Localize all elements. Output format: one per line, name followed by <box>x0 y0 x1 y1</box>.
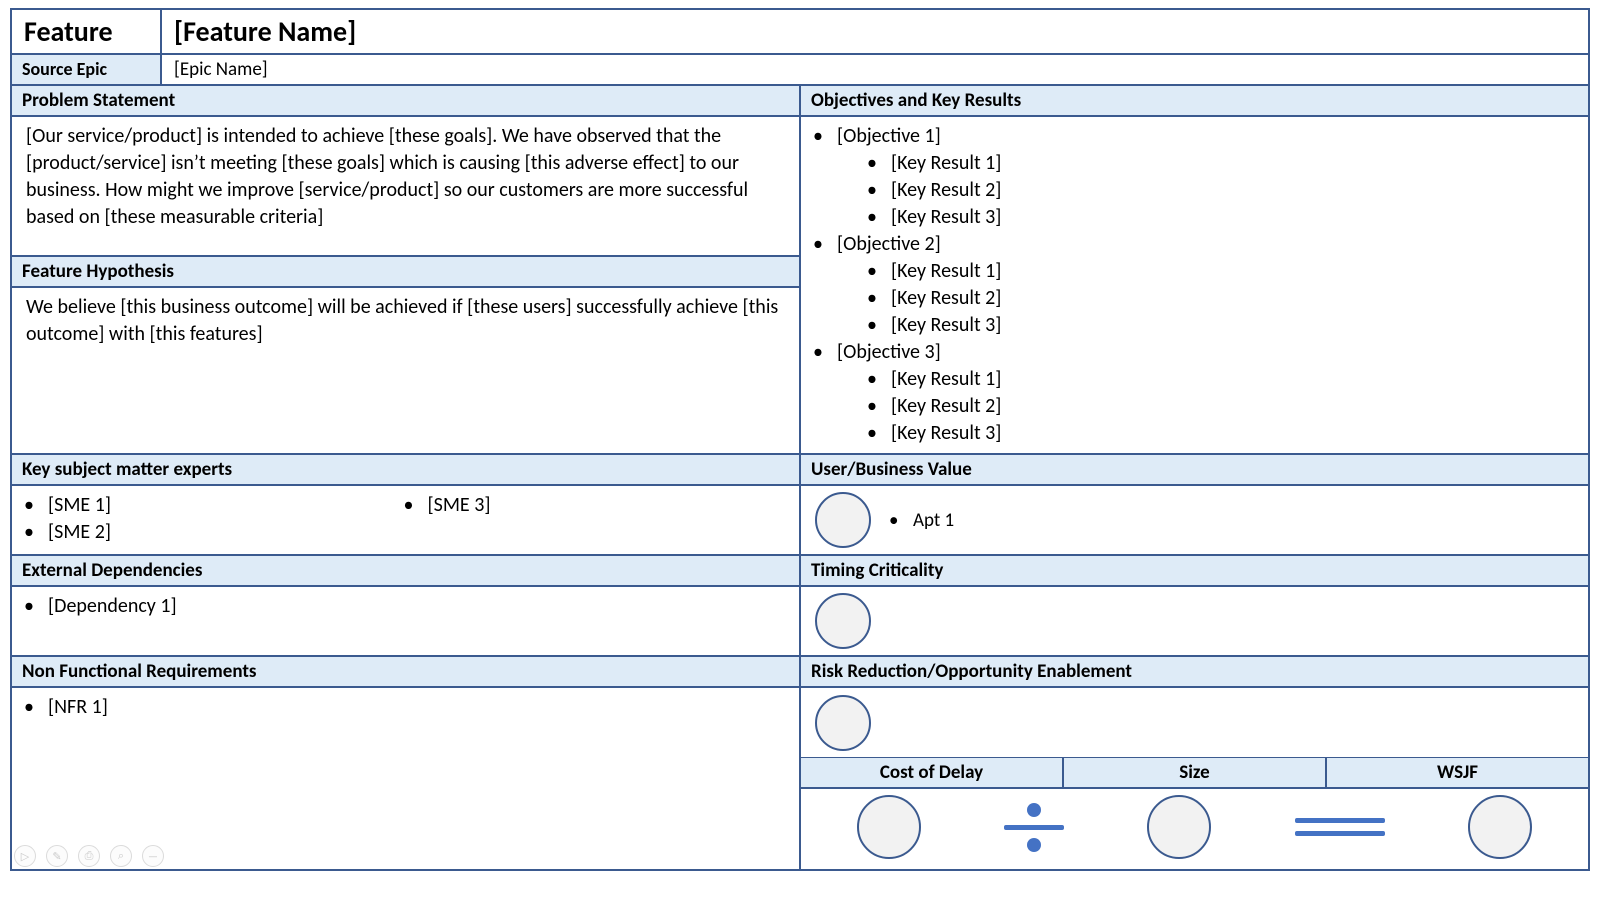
nfr-item: [NFR 1] <box>48 694 785 721</box>
ubv-item: Apt 1 <box>913 509 954 532</box>
epic-row: Source Epic [Epic Name] <box>11 54 1589 85</box>
presenter-button-0[interactable]: ▷ <box>14 845 36 867</box>
problem-okr-body-row: [Our service/product] is intended to ach… <box>11 116 1589 454</box>
presenter-button-2[interactable]: ⎙ <box>78 845 100 867</box>
rroe-score-circle <box>815 695 871 751</box>
size-circle <box>1147 795 1211 859</box>
okr-key-result: [Key Result 3] <box>891 312 1574 339</box>
okr-key-result: [Key Result 2] <box>891 177 1574 204</box>
section-hdr-row-1: Problem Statement Objectives and Key Res… <box>11 85 1589 116</box>
section-hdr-row-3: External Dependencies Timing Criticality <box>11 555 1589 586</box>
sme-header: Key subject matter experts <box>11 454 800 485</box>
okr-key-result: [Key Result 1] <box>891 258 1574 285</box>
cost-of-delay-label: Cost of Delay <box>800 757 1063 788</box>
timing-score-circle <box>815 593 871 649</box>
rroe-body <box>800 687 1589 757</box>
timing-body <box>800 586 1589 656</box>
wsjf-header-row: Cost of Delay Size WSJF <box>800 757 1589 788</box>
ubv-list: Apt 1 <box>891 509 954 532</box>
feature-hypothesis-body: We believe [this business outcome] will … <box>11 287 800 454</box>
okr-header: Objectives and Key Results <box>800 85 1589 116</box>
sme-ubv-body-row: [SME 1][SME 2] [SME 3] Apt 1 <box>11 485 1589 555</box>
nfr-body: [NFR 1] <box>11 687 800 870</box>
okr-key-result: [Key Result 2] <box>891 285 1574 312</box>
rroe-header: Risk Reduction/Opportunity Enablement <box>800 656 1589 687</box>
problem-statement-header: Problem Statement <box>11 85 800 116</box>
nfr-rroe-body-row: [NFR 1] Cost of Delay Size WSJF <box>11 687 1589 870</box>
sme-item: [SME 3] <box>428 492 786 519</box>
section-hdr-row-2: Key subject matter experts User/Business… <box>11 454 1589 485</box>
okr-key-result: [Key Result 1] <box>891 150 1574 177</box>
cost-of-delay-circle <box>857 795 921 859</box>
epic-value: [Epic Name] <box>161 54 1589 85</box>
wsjf-circle <box>1468 795 1532 859</box>
ubv-score-circle <box>815 492 871 548</box>
feature-label: Feature <box>11 9 161 54</box>
ubv-body: Apt 1 <box>800 485 1589 555</box>
divide-icon <box>1004 803 1064 852</box>
timing-header: Timing Criticality <box>800 555 1589 586</box>
deps-header: External Dependencies <box>11 555 800 586</box>
okr-key-result: [Key Result 3] <box>891 204 1574 231</box>
size-label: Size <box>1063 757 1326 788</box>
dependency-item: [Dependency 1] <box>48 593 785 620</box>
okr-objective: [Objective 1][Key Result 1][Key Result 2… <box>837 123 1574 231</box>
presenter-button-3[interactable]: ⌕ <box>110 845 132 867</box>
epic-label: Source Epic <box>11 54 161 85</box>
okr-objective: [Objective 3][Key Result 1][Key Result 2… <box>837 339 1574 447</box>
presenter-button-1[interactable]: ✎ <box>46 845 68 867</box>
nfr-header: Non Functional Requirements <box>11 656 800 687</box>
deps-timing-body-row: [Dependency 1] <box>11 586 1589 656</box>
feature-hypothesis-header: Feature Hypothesis <box>11 256 800 287</box>
okr-key-result: [Key Result 2] <box>891 393 1574 420</box>
equals-icon <box>1295 818 1385 836</box>
wsjf-label: WSJF <box>1326 757 1589 788</box>
presenter-toolbar: ▷ ✎ ⎙ ⌕ — <box>14 845 164 867</box>
problem-statement-body: [Our service/product] is intended to ach… <box>11 116 800 256</box>
wsjf-calc-row <box>800 788 1589 870</box>
okr-key-result: [Key Result 3] <box>891 420 1574 447</box>
okr-objective: [Objective 2][Key Result 1][Key Result 2… <box>837 231 1574 339</box>
presenter-button-4[interactable]: — <box>142 845 164 867</box>
sme-body: [SME 1][SME 2] [SME 3] <box>11 485 800 555</box>
section-hdr-row-4: Non Functional Requirements Risk Reducti… <box>11 656 1589 687</box>
okr-key-result: [Key Result 1] <box>891 366 1574 393</box>
title-row: Feature [Feature Name] <box>11 9 1589 54</box>
feature-card-frame: Feature [Feature Name] Source Epic [Epic… <box>10 8 1590 871</box>
okr-body: [Objective 1][Key Result 1][Key Result 2… <box>800 116 1589 454</box>
feature-name-value: [Feature Name] <box>161 9 1589 54</box>
sme-item: [SME 2] <box>48 519 406 546</box>
ubv-header: User/Business Value <box>800 454 1589 485</box>
deps-body: [Dependency 1] <box>11 586 800 656</box>
sme-item: [SME 1] <box>48 492 406 519</box>
